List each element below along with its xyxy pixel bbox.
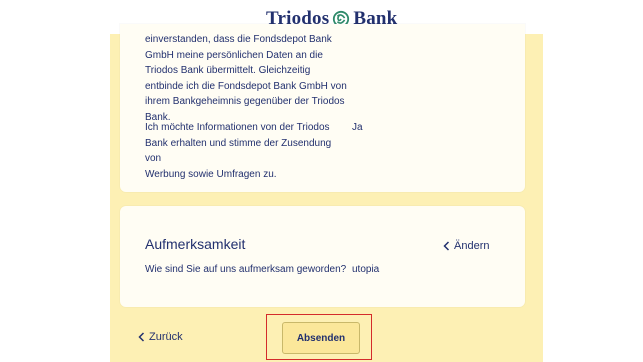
consent-line: ihrem Bankgeheimnis gegenüber der Triodo…	[145, 96, 345, 107]
data-transfer-consent-text: einverstanden, dass die Fondsdepot Bank …	[145, 32, 350, 125]
consent-line: Werbung sowie Umfragen zu.	[145, 168, 277, 180]
attention-card	[120, 206, 525, 307]
submit-button[interactable]: Absenden	[282, 322, 360, 354]
attention-section-title: Aufmerksamkeit	[145, 236, 246, 252]
attention-answer: utopia	[352, 264, 380, 275]
consent-line: Ich möchte Informationen von der Triodos	[145, 122, 330, 133]
attention-question: Wie sind Sie auf uns aufmerksam geworden…	[145, 264, 347, 275]
consent-line: Bank erhalten und stimme der Zusendung v…	[145, 137, 332, 165]
consent-line: Triodos Bank übermittelt. Gleichzeitig	[145, 65, 311, 76]
consent-line: GmbH meine persönlichen Daten an die	[145, 49, 323, 61]
consent-line: entbinde ich die Fondsdepot Bank GmbH vo…	[145, 80, 347, 92]
chevron-left-icon	[443, 241, 450, 251]
marketing-consent-text: Ich möchte Informationen von der Triodos…	[145, 120, 350, 182]
consent-line: einverstanden, dass die Fondsdepot Bank	[145, 34, 332, 45]
marketing-consent-value: Ja	[352, 122, 363, 133]
edit-attention-link[interactable]: Ändern	[443, 240, 489, 252]
back-link[interactable]: Zurück	[138, 331, 183, 343]
chevron-left-icon	[138, 332, 145, 342]
back-label: Zurück	[149, 331, 183, 343]
edit-label: Ändern	[454, 240, 490, 252]
